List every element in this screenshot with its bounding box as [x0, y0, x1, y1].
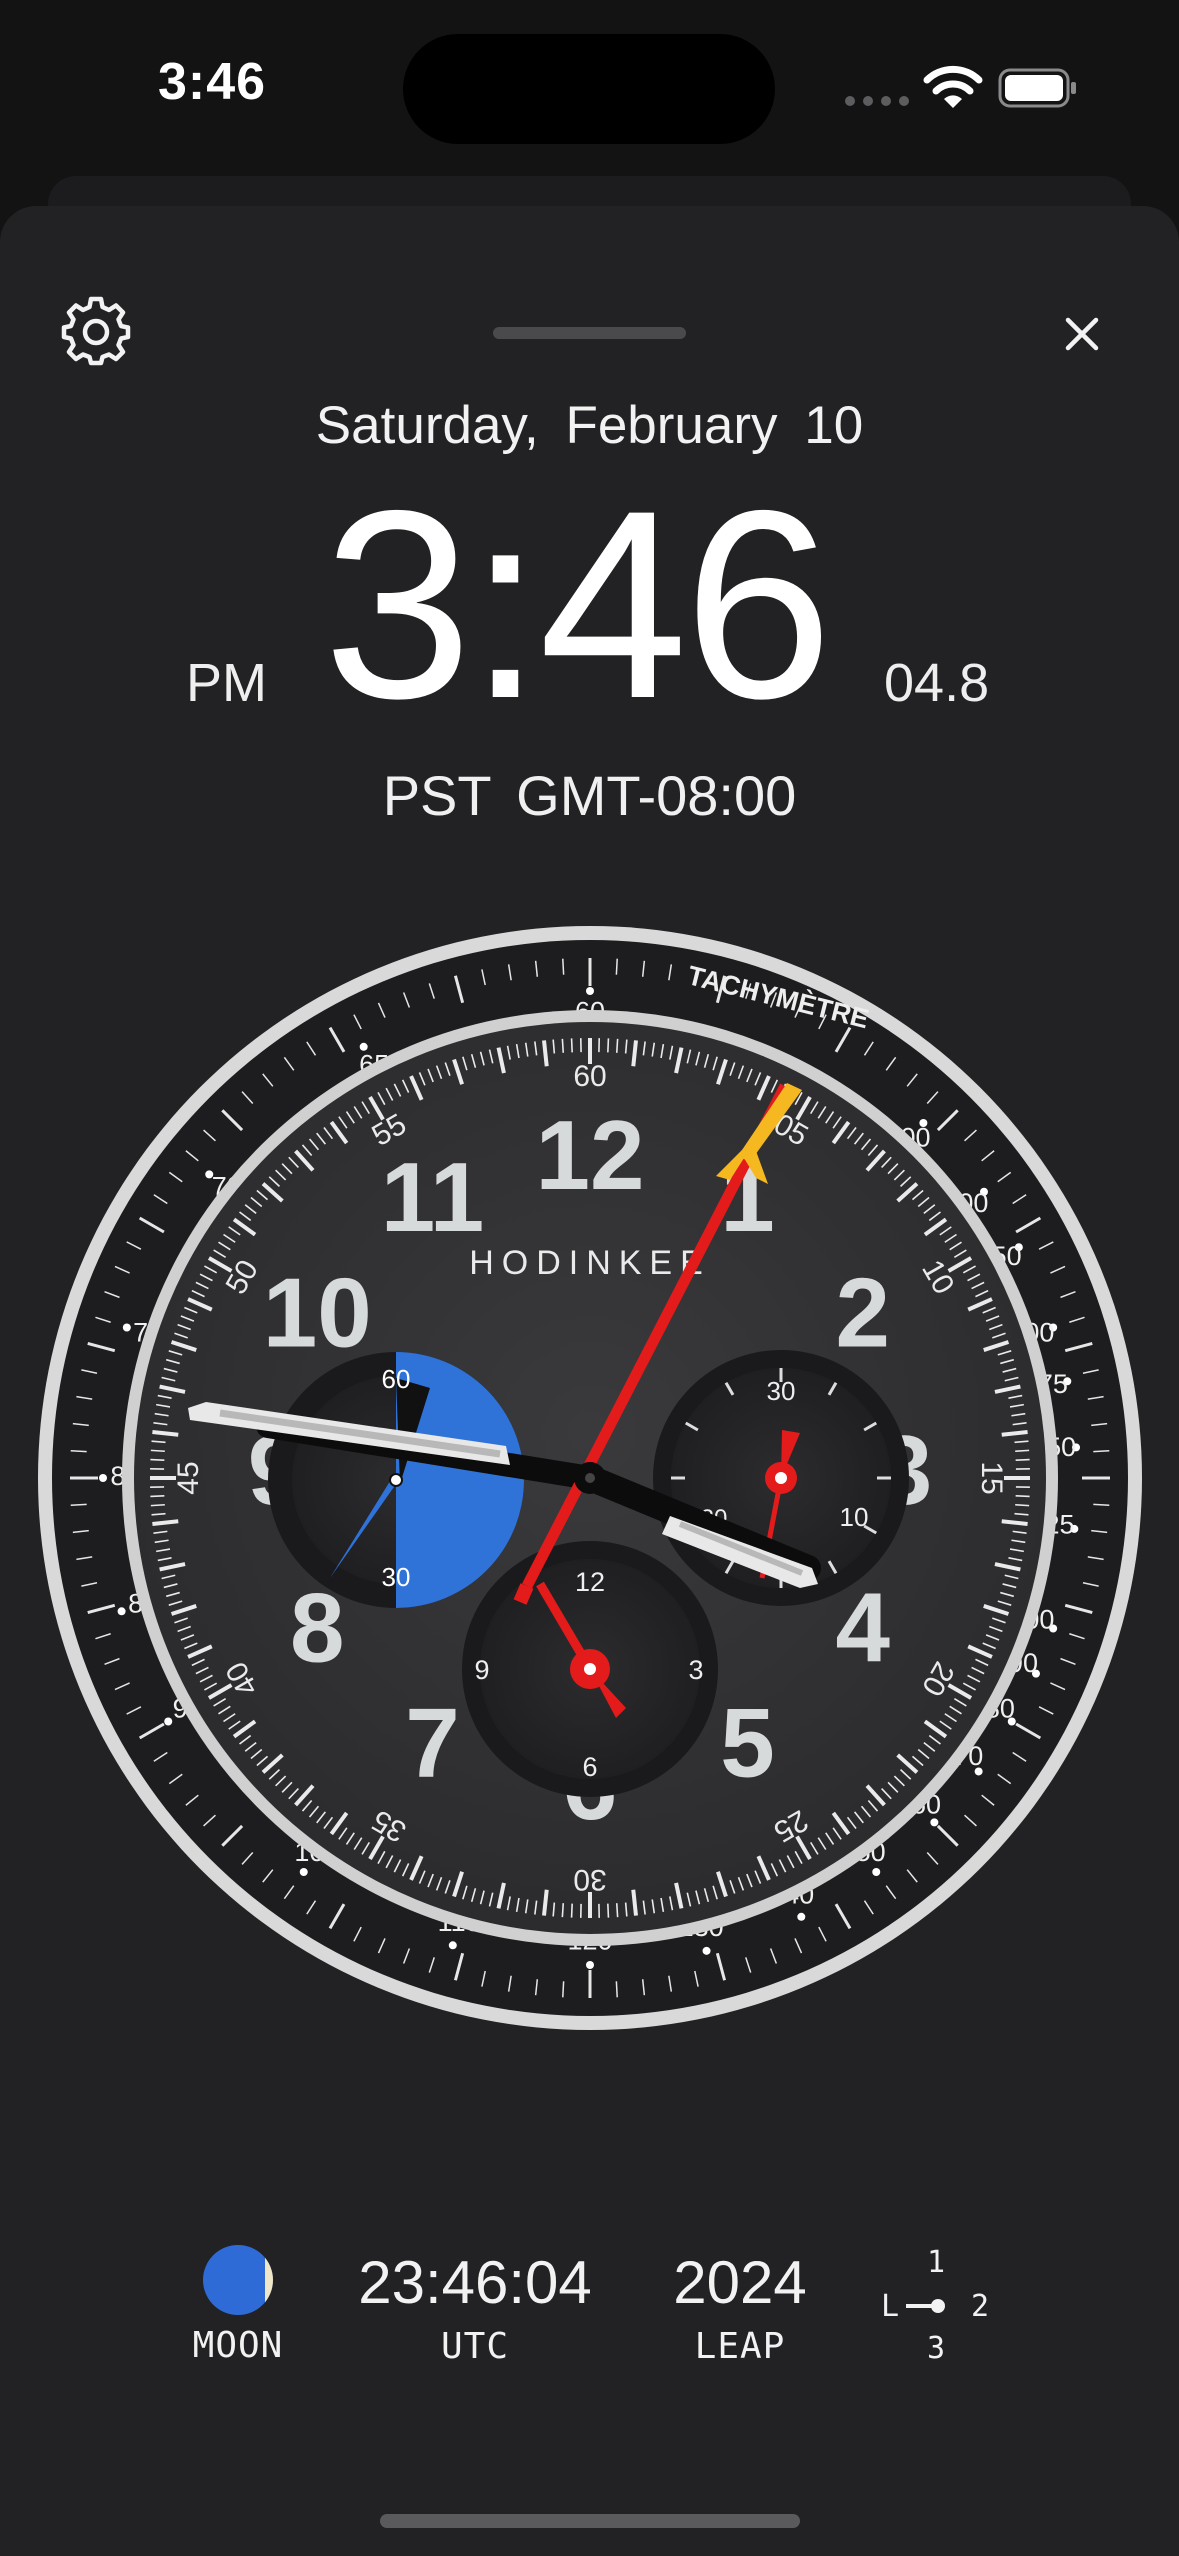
- bottom-subdial-label: 9: [474, 1655, 489, 1685]
- hour-numeral: 2: [836, 1257, 891, 1367]
- tachymeter-dot: [448, 1941, 457, 1950]
- minute-tick: [561, 1903, 565, 1918]
- utc-time: 23:46:04: [358, 2249, 592, 2316]
- moon-complication[interactable]: MOON: [178, 2245, 298, 2366]
- tachymeter-tick: [1093, 1450, 1110, 1453]
- minute-ring-label: 60: [573, 1060, 606, 1093]
- timezone-label: PST GMT-08:00: [382, 764, 797, 827]
- minute-tick: [542, 1889, 549, 1916]
- utc-complication[interactable]: 23:46:04 UTC: [340, 2249, 610, 2368]
- am-pm-label: PM: [186, 653, 267, 713]
- minute-tick: [607, 1038, 610, 1053]
- sheet-grabber[interactable]: [493, 327, 686, 339]
- digital-time: 3:46: [323, 454, 833, 754]
- minute-tick: [607, 1903, 610, 1918]
- leap-label: LEAP: [694, 2326, 786, 2367]
- minute-tick: [631, 1040, 638, 1067]
- left-subdial: 60 30: [268, 1352, 524, 1608]
- brand-logo: HODINKEE: [469, 1244, 711, 1282]
- minute-tick: [1015, 1495, 1030, 1498]
- minute-tick: [1015, 1449, 1030, 1453]
- minute-tick: [542, 1040, 549, 1067]
- tachymeter-tick: [562, 958, 565, 975]
- status-time: 3:46: [158, 53, 267, 111]
- seconds-label: 04.8: [884, 653, 990, 713]
- minute-ring-label: 45: [172, 1461, 205, 1494]
- status-bar: 3:46: [0, 0, 1179, 170]
- year-complication[interactable]: 2024 LEAP: [640, 2249, 840, 2368]
- left-subdial-label: 60: [382, 1364, 411, 1394]
- complications-bar: MOON 23:46:04 UTC 2024 LEAP 1 L 2 3: [0, 2220, 1179, 2400]
- minute-tick: [152, 1430, 179, 1437]
- chronograph-watch-face[interactable]: 6065707580859010011012013014015016017018…: [30, 918, 1150, 2038]
- bottom-subdial: 12 3 6 9: [462, 1541, 718, 1797]
- minute-ring-label: 15: [975, 1461, 1008, 1494]
- minute-tick: [570, 1038, 573, 1053]
- moon-label: MOON: [192, 2325, 284, 2366]
- tachymeter-dot: [99, 1474, 107, 1482]
- hour-numeral: 5: [720, 1688, 775, 1798]
- moon-phase-icon: [203, 2245, 273, 2315]
- minute-tick: [150, 1449, 165, 1453]
- utc-label: UTC: [440, 2326, 510, 2367]
- battery-icon: [998, 68, 1076, 108]
- tachymeter-dot: [164, 1717, 173, 1726]
- hour-numeral: 7: [405, 1688, 460, 1798]
- tachymeter-tick: [70, 1450, 87, 1453]
- tachymeter-dot: [117, 1607, 126, 1616]
- hour-numeral: 11: [381, 1142, 485, 1252]
- tachymeter-tick: [1093, 1503, 1110, 1506]
- gear-position-label: 2: [971, 2289, 989, 2324]
- minute-tick: [561, 1038, 565, 1053]
- minute-tick: [1001, 1430, 1028, 1437]
- tachymeter-tick: [562, 1981, 565, 1998]
- dynamic-island: [403, 34, 775, 144]
- bottom-subdial-label: 6: [582, 1752, 597, 1782]
- bottom-subdial-label: 12: [575, 1567, 605, 1597]
- tachymeter-tick: [615, 958, 618, 975]
- cellular-signal-icon: [845, 96, 909, 106]
- gear-position-label: 1: [927, 2245, 945, 2280]
- minute-tick: [570, 1903, 573, 1918]
- minute-tick: [615, 1038, 619, 1053]
- minute-tick: [150, 1495, 165, 1498]
- minute-ring-label: 30: [573, 1863, 606, 1896]
- bottom-subdial-label: 3: [688, 1655, 703, 1685]
- hour-numeral: 12: [535, 1100, 644, 1210]
- wifi-icon: [923, 65, 983, 108]
- minute-tick: [1015, 1458, 1030, 1461]
- date-label: Saturday, February 10: [315, 396, 864, 455]
- tachymeter-dot: [299, 1867, 308, 1876]
- minute-tick: [1001, 1519, 1028, 1526]
- right-subdial-label: 30: [767, 1376, 796, 1406]
- home-indicator[interactable]: [380, 2514, 800, 2528]
- minute-tick: [631, 1889, 638, 1916]
- minute-tick: [150, 1458, 165, 1461]
- gear-shift-icon[interactable]: 1 L 2 3: [870, 2242, 1000, 2362]
- settings-gear-icon[interactable]: [60, 296, 132, 368]
- minute-tick: [1015, 1503, 1030, 1507]
- tachymeter-tick: [70, 1503, 87, 1506]
- left-subdial-label: 30: [382, 1562, 411, 1592]
- minute-tick: [152, 1519, 179, 1526]
- tachymeter-dot: [797, 1912, 806, 1921]
- tachymeter-dot: [586, 987, 594, 995]
- tachymeter-tick: [615, 1981, 618, 1998]
- tachymeter-dot: [702, 1946, 711, 1955]
- right-subdial-label: 10: [840, 1502, 869, 1532]
- tachymeter-dot: [872, 1867, 881, 1876]
- hour-numeral: 10: [263, 1257, 372, 1367]
- close-icon[interactable]: [1062, 314, 1102, 354]
- tachymeter-dot: [586, 1961, 594, 1969]
- tachymeter-dot: [122, 1323, 131, 1332]
- minute-tick: [615, 1903, 619, 1918]
- gear-position-label: 3: [927, 2331, 945, 2362]
- gear-position-label: L: [881, 2289, 899, 2324]
- minute-tick: [150, 1503, 165, 1507]
- year-value: 2024: [673, 2249, 807, 2316]
